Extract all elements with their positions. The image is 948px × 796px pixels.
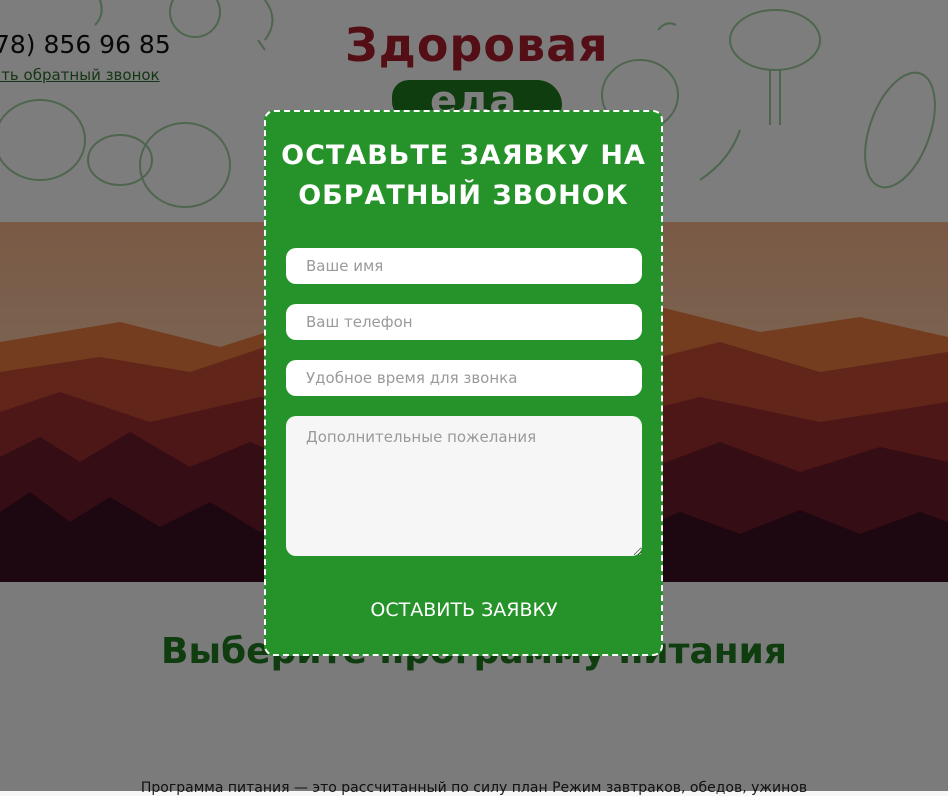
wishes-textarea[interactable] — [286, 416, 642, 556]
phone-input[interactable] — [286, 304, 642, 340]
name-input[interactable] — [286, 248, 642, 284]
call-time-input[interactable] — [286, 360, 642, 396]
callback-modal: Оставьте заявку на обратный звонок Остав… — [264, 110, 663, 656]
submit-button[interactable]: Оставить заявку — [286, 590, 642, 630]
modal-title: Оставьте заявку на обратный звонок — [281, 140, 646, 211]
